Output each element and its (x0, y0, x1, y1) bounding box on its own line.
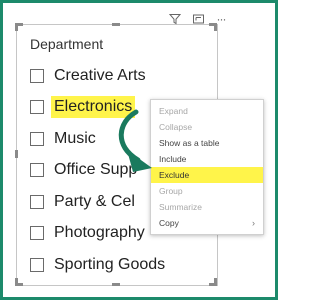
context-menu-item-label: Copy (159, 218, 179, 228)
more-options-icon[interactable]: ··· (213, 12, 229, 26)
context-menu-item-include[interactable]: Include (151, 151, 263, 167)
context-menu: Expand Collapse Show as a table Include … (150, 99, 264, 235)
context-menu-item-show-as-table[interactable]: Show as a table (151, 135, 263, 151)
resize-handle-bottom-right[interactable] (214, 278, 217, 286)
filter-icon[interactable] (167, 12, 183, 26)
slicer-item[interactable]: Photography (30, 218, 165, 250)
slicer-item[interactable]: Music (30, 123, 165, 155)
resize-handle-bottom-middle[interactable] (112, 283, 120, 286)
slicer-item[interactable]: Sporting Goods (30, 249, 165, 281)
context-menu-item-copy[interactable]: Copy › (151, 215, 263, 231)
checkbox[interactable] (30, 257, 44, 272)
slicer-item-label: Music (54, 129, 96, 147)
checkbox[interactable] (30, 100, 44, 115)
slicer-item[interactable]: Party & Cel (30, 186, 165, 218)
checkbox[interactable] (30, 163, 44, 178)
context-menu-item-expand[interactable]: Expand (151, 103, 263, 119)
slicer-item-label-highlighted: Electronics (51, 96, 136, 119)
slicer-item-label: Office Supp (54, 161, 138, 179)
checkbox[interactable] (30, 68, 44, 83)
context-menu-item-exclude[interactable]: Exclude (151, 167, 263, 183)
slicer-item[interactable]: Office Supp (30, 155, 165, 187)
resize-handle-top-middle[interactable] (112, 23, 120, 26)
slicer-item-label: Sporting Goods (54, 255, 166, 273)
slicer-item-list: Creative Arts Electronics Music Office S… (30, 60, 165, 281)
slicer-item[interactable]: Electronics (30, 92, 165, 124)
slicer-item-label: Creative Arts (54, 66, 146, 84)
slicer-title: Department (30, 36, 104, 52)
resize-handle-top-left[interactable] (15, 23, 18, 31)
checkbox[interactable] (30, 131, 44, 146)
chevron-right-icon: › (252, 218, 255, 228)
context-menu-item-group[interactable]: Group (151, 183, 263, 199)
context-menu-item-collapse[interactable]: Collapse (151, 119, 263, 135)
context-menu-item-summarize[interactable]: Summarize (151, 199, 263, 215)
checkbox[interactable] (30, 194, 44, 209)
slicer-item-label: Photography (54, 224, 145, 242)
focus-mode-icon[interactable] (190, 12, 206, 26)
slicer-item[interactable]: Creative Arts (30, 60, 165, 92)
resize-handle-middle-left[interactable] (15, 150, 18, 158)
slicer-item-label: Party & Cel (54, 192, 135, 210)
visual-header-toolbar: ··· (167, 12, 229, 26)
checkbox[interactable] (30, 226, 44, 241)
resize-handle-bottom-left[interactable] (15, 278, 18, 286)
